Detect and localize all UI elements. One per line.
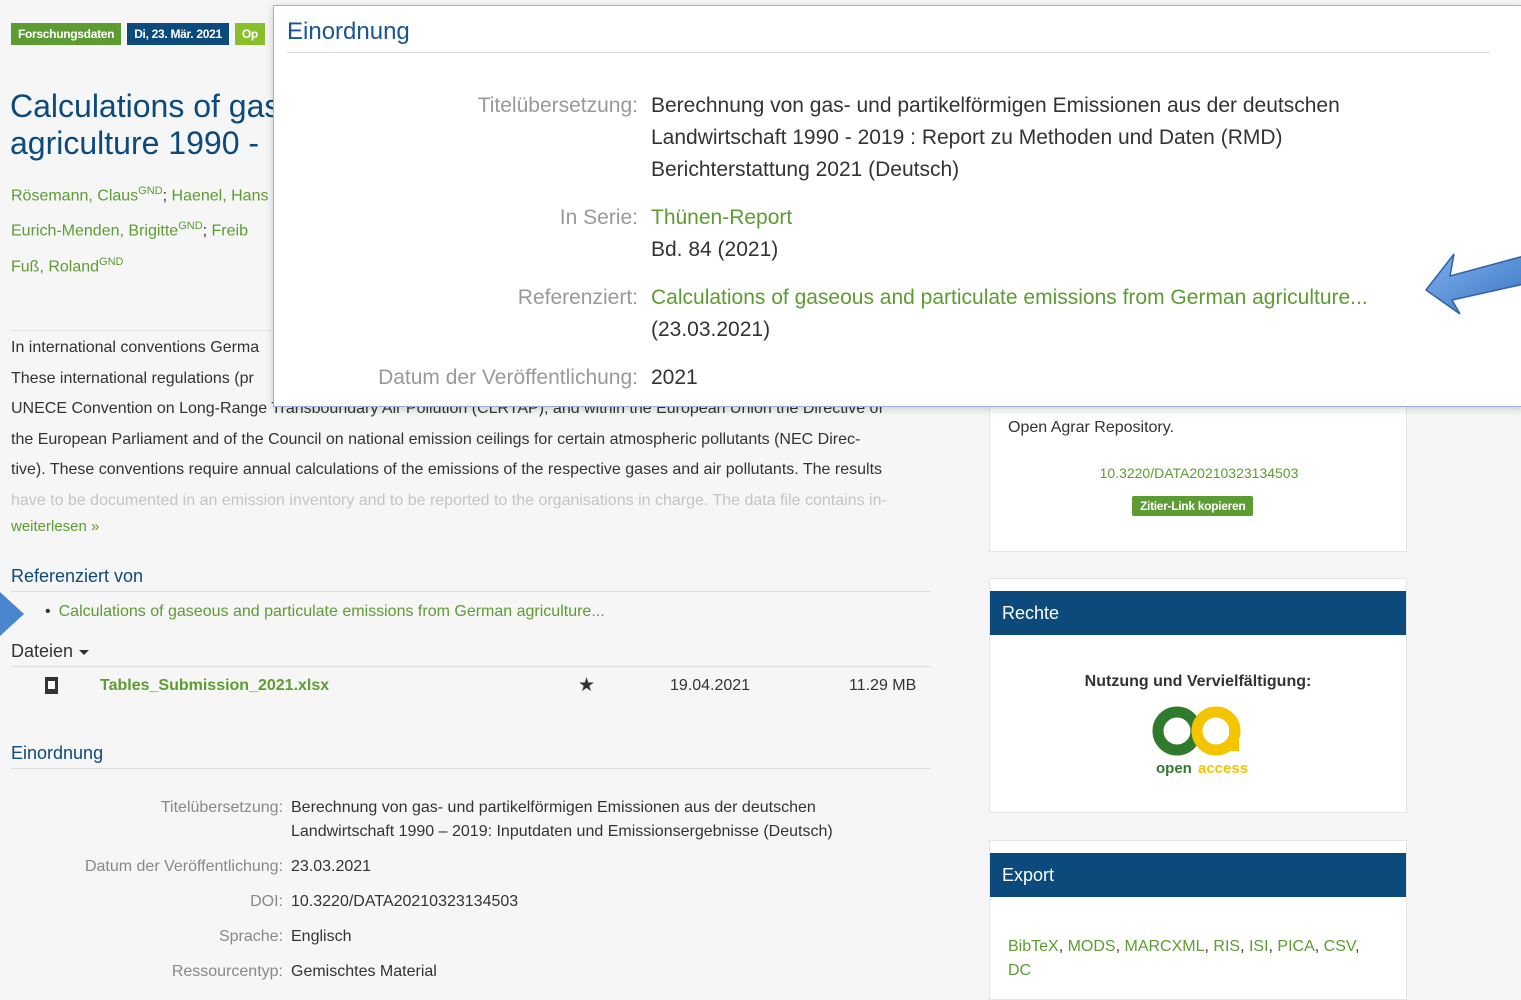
- excel-file-icon: [45, 677, 58, 694]
- einordnung-table: Titelübersetzung: Berechnung von gas- un…: [84, 799, 833, 980]
- callout-arrow-icon: [1424, 253, 1521, 315]
- file-date: 19.04.2021: [670, 677, 751, 694]
- sidebar-doi-link[interactable]: 10.3220/DATA20210323134503: [990, 465, 1408, 481]
- copy-citation-button[interactable]: Zitier-Link kopieren: [1132, 496, 1254, 516]
- export-mods-link[interactable]: MODS: [1068, 938, 1116, 955]
- badge-row: Forschungsdaten Di, 23. Mär. 2021 Op: [11, 23, 265, 45]
- svg-text:access: access: [1198, 760, 1248, 777]
- caret-down-icon: [79, 649, 90, 655]
- list-item: • Calculations of gaseous and particulate…: [45, 603, 605, 620]
- page-title: Calculations of gas agriculture 1990 -: [10, 88, 280, 161]
- read-more-link[interactable]: weiterlesen »: [11, 518, 99, 535]
- einordnung-popup: Einordnung Titelübersetzung: Berechnung …: [273, 5, 1521, 407]
- doi-link[interactable]: 10.3220/DATA20210323134503: [291, 890, 518, 914]
- gnd-link[interactable]: GND: [99, 256, 123, 268]
- export-csv-link[interactable]: CSV: [1324, 938, 1355, 955]
- star-icon[interactable]: ★: [578, 674, 595, 697]
- open-access-logo-icon[interactable]: open access: [1148, 701, 1248, 781]
- export-bibtex-link[interactable]: BibTeX: [1008, 938, 1059, 955]
- author-link[interactable]: Haenel, Hans: [172, 187, 269, 204]
- badge-type[interactable]: Forschungsdaten: [11, 23, 122, 45]
- files-toggle[interactable]: Dateien: [11, 641, 931, 667]
- file-size: 11.29 MB: [849, 677, 917, 694]
- referenced-by-link[interactable]: Calculations of gaseous and particulate …: [59, 603, 605, 620]
- badge-open: Op: [234, 23, 265, 45]
- badge-date: Di, 23. Mär. 2021: [127, 23, 229, 45]
- table-row: Tables_Submission_2021.xlsx ★ 19.04.2021…: [11, 672, 931, 702]
- page: Forschungsdaten Di, 23. Mär. 2021 Op Cal…: [0, 0, 1521, 1000]
- author-link[interactable]: Eurich-Menden, Brigitte: [11, 223, 178, 240]
- gnd-link[interactable]: GND: [138, 185, 162, 197]
- repo-text: Open Agrar Repository.: [1008, 419, 1175, 436]
- einordnung-heading: Einordnung: [11, 743, 931, 769]
- rights-panel: Rechte Nutzung und Vervielfältigung: ope…: [989, 578, 1407, 813]
- pointer-arrow-icon: [0, 592, 24, 636]
- file-download-link[interactable]: Tables_Submission_2021.xlsx: [100, 677, 329, 695]
- export-ris-link[interactable]: RIS: [1213, 938, 1240, 955]
- export-dc-link[interactable]: DC: [1008, 962, 1031, 979]
- author-link[interactable]: Freib: [212, 223, 248, 240]
- popup-table: Titelübersetzung: Berechnung von gas- un…: [378, 94, 1368, 389]
- export-pica-link[interactable]: PICA: [1277, 938, 1314, 955]
- svg-text:open: open: [1156, 760, 1192, 777]
- author-list: Rösemann, ClausGND; Haenel, Hans Eurich-…: [11, 185, 269, 275]
- popup-title: Einordnung: [287, 18, 410, 45]
- export-isi-link[interactable]: ISI: [1249, 938, 1269, 955]
- gnd-link[interactable]: GND: [178, 220, 202, 232]
- author-link[interactable]: Rösemann, Claus: [11, 187, 138, 204]
- rights-text: Nutzung und Vervielfältigung:: [1084, 673, 1312, 690]
- referenced-by-heading: Referenziert von: [11, 566, 931, 592]
- series-link[interactable]: Thünen-Report: [651, 206, 792, 229]
- rights-heading: Rechte: [990, 591, 1406, 635]
- export-links: BibTeX, MODS, MARCXML, RIS, ISI, PICA, C…: [1008, 938, 1360, 979]
- export-panel: Export BibTeX, MODS, MARCXML, RIS, ISI, …: [989, 840, 1407, 1000]
- author-link[interactable]: Fuß, Roland: [11, 258, 99, 275]
- referenced-link[interactable]: Calculations of gaseous and particulate …: [651, 286, 1368, 309]
- export-heading: Export: [990, 853, 1406, 897]
- export-marcxml-link[interactable]: MARCXML: [1124, 938, 1204, 955]
